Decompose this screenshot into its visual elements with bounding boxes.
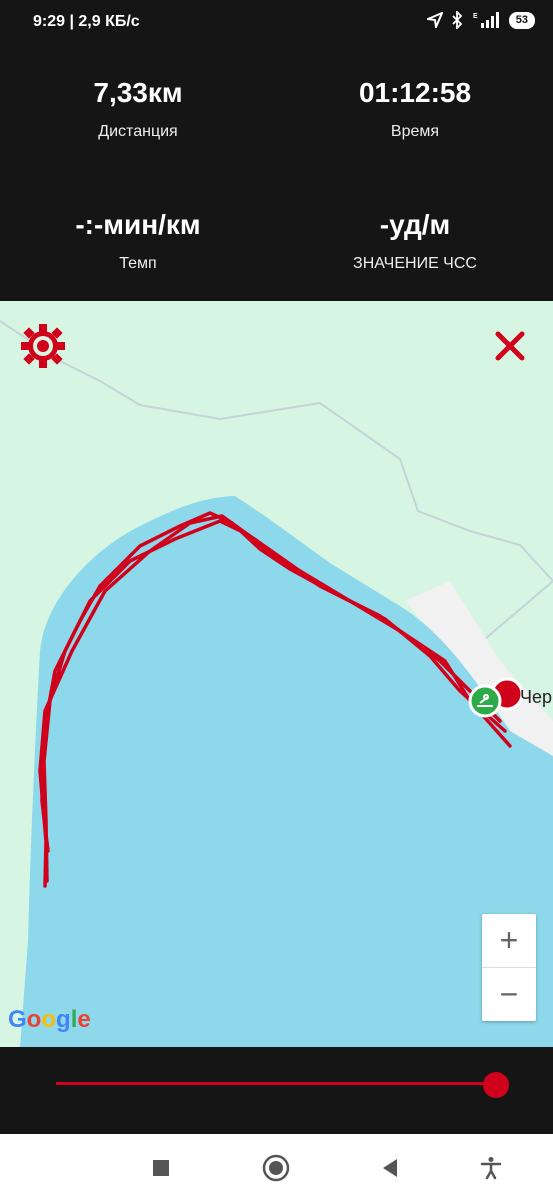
heart-rate-label: ЗНАЧЕНИЕ ЧСС	[353, 255, 477, 272]
map-canvas[interactable]	[0, 301, 553, 1047]
status-time: 9:29 | 2,9 КБ/с	[33, 13, 140, 30]
recent-apps-icon	[153, 1160, 169, 1176]
status-bar: 9:29 | 2,9 КБ/с E 53	[0, 0, 553, 40]
time-value: 01:12:58	[358, 77, 472, 108]
back-icon	[383, 1159, 397, 1177]
zoom-in-button[interactable]: +	[482, 914, 536, 968]
timeline-slider-thumb[interactable]	[483, 1072, 509, 1098]
heart-rate-value: -уд/м	[379, 209, 451, 240]
map-water	[20, 496, 553, 1047]
gear-icon	[21, 324, 65, 368]
distance-label: Дистанция	[98, 123, 178, 140]
signal-icon: E	[473, 12, 499, 28]
distance-stat: 7,33км Дистанция	[0, 77, 276, 141]
map-view[interactable]: Чер + − Google	[0, 301, 553, 1047]
heart-rate-stat: -уд/м ЗНАЧЕНИЕ ЧСС	[277, 209, 553, 273]
stats-panel: 7,33км Дистанция 01:12:58 Время -:-мин/к…	[0, 40, 553, 301]
back-button[interactable]	[376, 1154, 404, 1182]
settings-button[interactable]	[20, 323, 66, 369]
google-logo: Google	[8, 1006, 91, 1033]
accessibility-button[interactable]	[477, 1154, 505, 1182]
map-place-label: Чер	[520, 687, 553, 707]
pace-stat: -:-мин/км Темп	[0, 209, 276, 273]
pace-value: -:-мин/км	[75, 209, 201, 240]
bluetooth-icon	[452, 11, 463, 29]
status-icons: E 53	[426, 11, 535, 29]
accessibility-icon	[480, 1157, 502, 1180]
timeline-slider-track[interactable]	[56, 1082, 496, 1085]
distance-value: 7,33км	[93, 77, 183, 108]
home-icon	[262, 1154, 290, 1182]
recent-apps-button[interactable]	[147, 1154, 175, 1182]
zoom-out-button[interactable]: −	[482, 968, 536, 1021]
close-icon	[495, 331, 525, 361]
home-button[interactable]	[262, 1154, 290, 1182]
time-stat: 01:12:58 Время	[277, 77, 553, 141]
system-nav-bar	[0, 1134, 553, 1200]
time-label: Время	[390, 123, 440, 140]
start-marker[interactable]	[468, 684, 502, 718]
zoom-controls: + −	[482, 914, 536, 1021]
close-button[interactable]	[492, 328, 528, 364]
pace-label: Темп	[119, 255, 157, 272]
battery-icon: 53	[508, 11, 535, 29]
timeline-panel	[0, 1047, 553, 1134]
svg-text:E: E	[473, 13, 478, 20]
location-arrow-icon	[426, 12, 443, 28]
